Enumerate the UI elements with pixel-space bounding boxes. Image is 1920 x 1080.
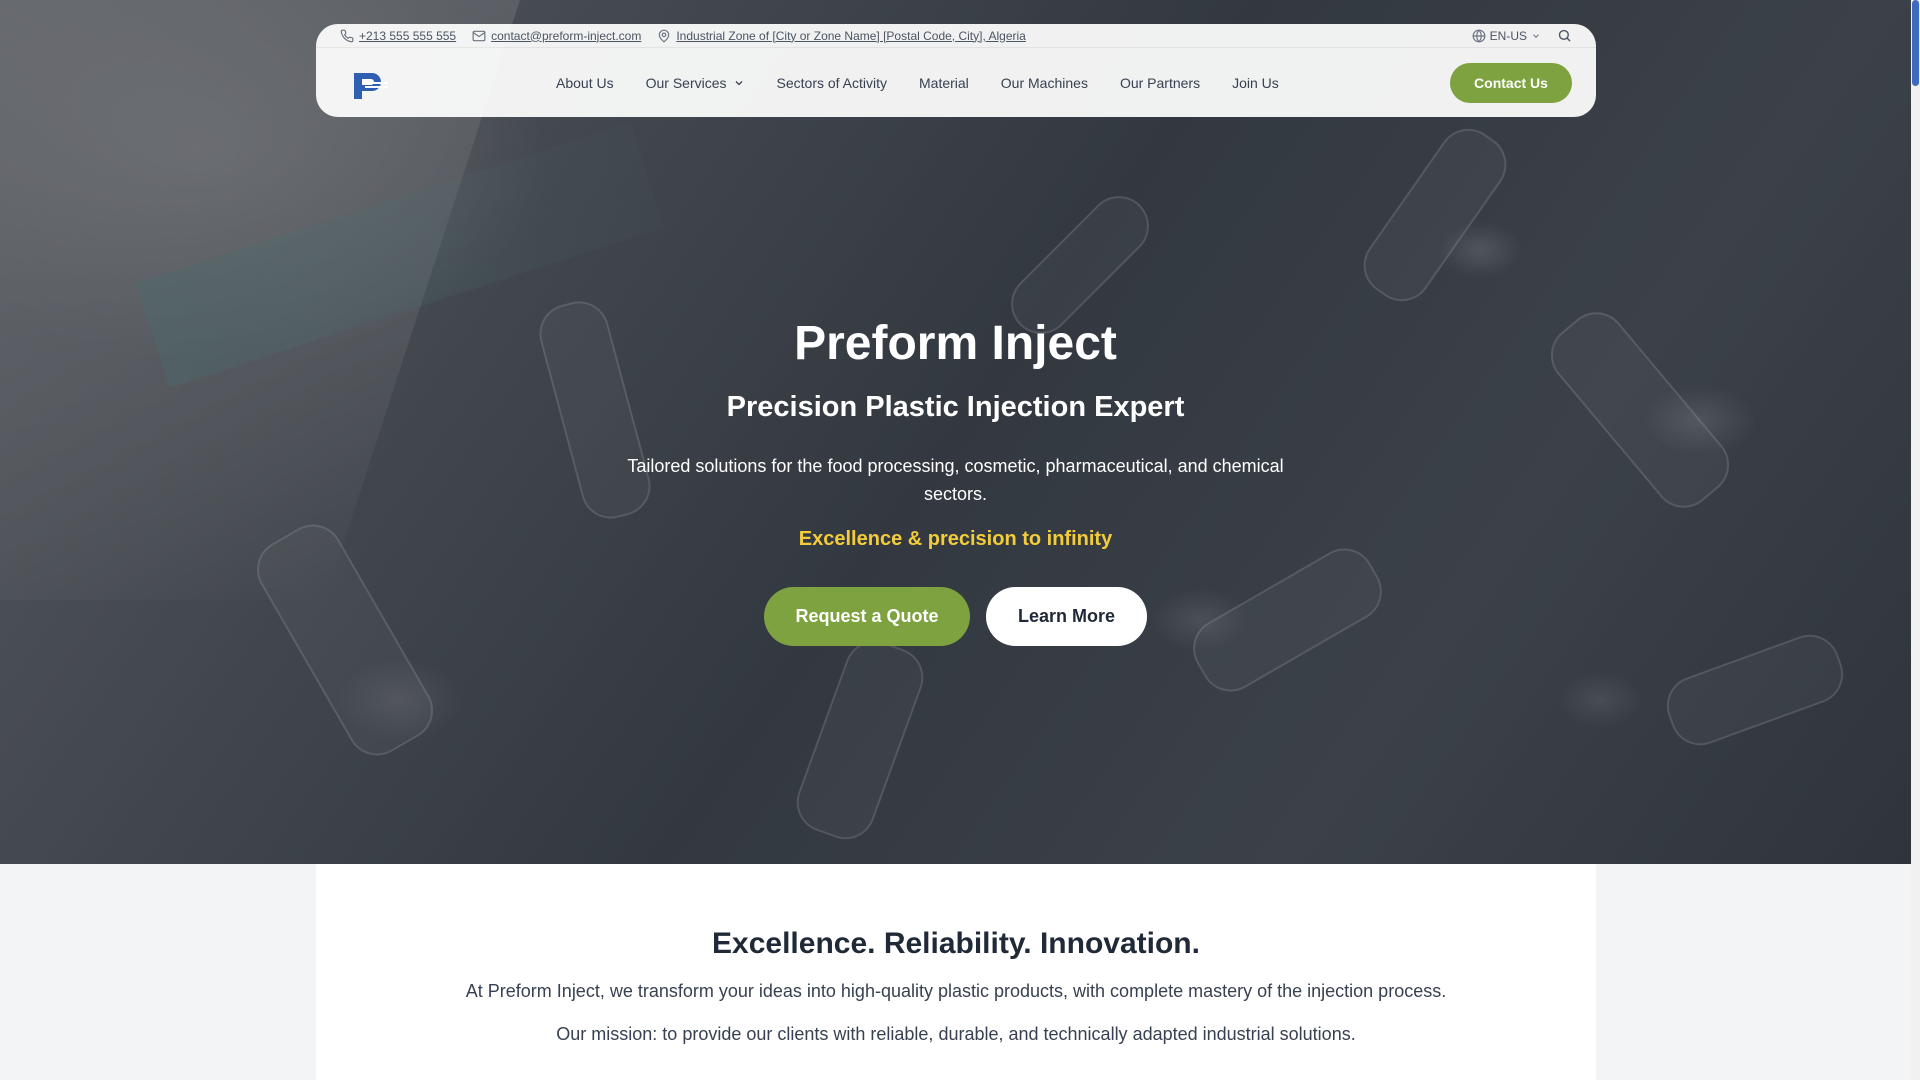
phone-icon xyxy=(340,29,354,42)
intro-heading: Excellence. Reliability. Innovation. xyxy=(712,927,1200,960)
scrollbar-track[interactable] xyxy=(1911,0,1920,1080)
email-link[interactable]: contact@preform-inject.com xyxy=(491,29,641,43)
mail-icon xyxy=(472,30,486,41)
scrollbar-thumb[interactable] xyxy=(1912,0,1919,86)
contact-topbar: +213 555 555 555 contact@preform-inject.… xyxy=(316,24,1596,48)
chevron-down-icon xyxy=(735,80,742,85)
intro-section: Excellence. Reliability. Innovation. At … xyxy=(316,864,1596,1080)
nav-sectors[interactable]: Sectors of Activity xyxy=(777,75,887,91)
globe-icon xyxy=(1472,29,1486,42)
brand-logo[interactable] xyxy=(352,65,390,101)
phone-link[interactable]: +213 555 555 555 xyxy=(359,29,456,43)
nav-machines[interactable]: Our Machines xyxy=(1001,75,1088,91)
hero-subtitle: Precision Plastic Injection Expert xyxy=(726,391,1185,423)
nav-about-us[interactable]: About Us xyxy=(556,75,614,91)
nav-material[interactable]: Material xyxy=(919,75,969,91)
primary-nav: About Us Our Services Sectors of Activit… xyxy=(556,75,1279,91)
contact-us-button[interactable]: Contact Us xyxy=(1450,62,1572,103)
main-navbar: About Us Our Services Sectors of Activit… xyxy=(316,48,1596,117)
nav-our-services-label: Our Services xyxy=(645,74,727,91)
chevron-down-icon xyxy=(1533,33,1539,38)
phone-item: +213 555 555 555 xyxy=(340,29,456,43)
intro-paragraph-2: Our mission: to provide our clients with… xyxy=(556,1024,1356,1044)
hero-content: Preform Inject Precision Plastic Injecti… xyxy=(0,316,1911,646)
hero-description: Tailored solutions for the food processi… xyxy=(627,456,1284,504)
nav-join-us[interactable]: Join Us xyxy=(1232,75,1279,91)
map-pin-icon xyxy=(659,29,670,43)
hero-title: Preform Inject xyxy=(794,317,1117,370)
language-selector[interactable]: EN-US xyxy=(1472,29,1541,43)
site-header: +213 555 555 555 contact@preform-inject.… xyxy=(316,24,1596,117)
hero-tagline: Excellence & precision to infinity xyxy=(798,528,1113,550)
intro-paragraph-1: At Preform Inject, we transform your ide… xyxy=(465,981,1447,1001)
email-item: contact@preform-inject.com xyxy=(472,29,641,43)
language-label: EN-US xyxy=(1489,28,1527,43)
request-quote-button[interactable]: Request a Quote xyxy=(764,587,970,646)
search-icon[interactable] xyxy=(1557,28,1572,43)
nav-partners[interactable]: Our Partners xyxy=(1120,75,1200,91)
address-item: Industrial Zone of [City or Zone Name] [… xyxy=(657,29,1026,43)
hero-actions: Request a Quote Learn More xyxy=(0,587,1911,646)
address-link[interactable]: Industrial Zone of [City or Zone Name] [… xyxy=(676,29,1026,43)
nav-our-services[interactable]: Our Services xyxy=(646,75,745,91)
learn-more-button[interactable]: Learn More xyxy=(986,587,1147,646)
